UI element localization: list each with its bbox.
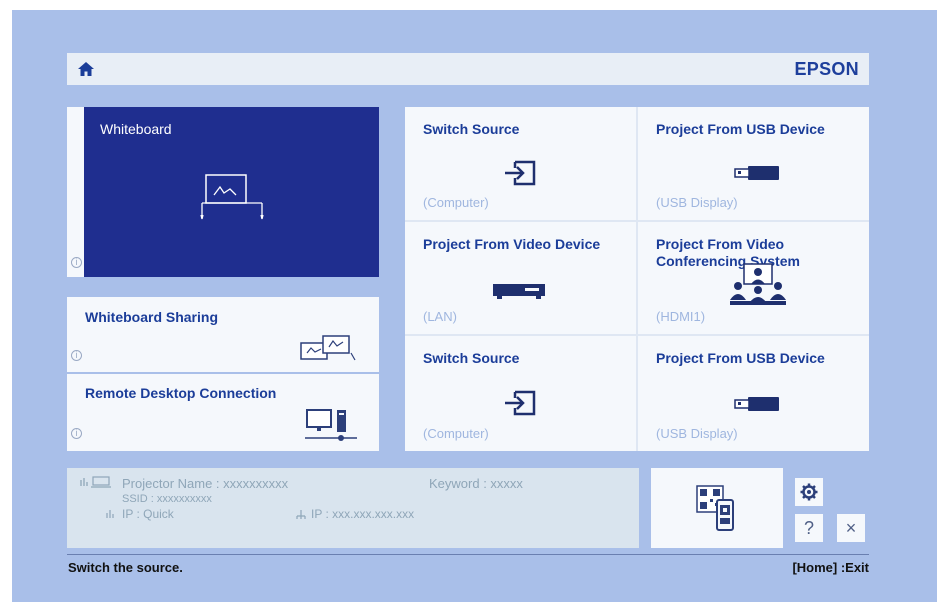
- header-bar: EPSON: [67, 53, 869, 85]
- keyword: Keyword : xxxxx: [429, 476, 523, 491]
- usb-device-icon: [734, 166, 779, 180]
- usb-device-tile[interactable]: Project From USB Device (USB Display): [638, 336, 869, 451]
- info-icon: i: [71, 257, 82, 268]
- tile-title: Project From USB Device: [656, 350, 825, 366]
- switch-source-tile[interactable]: Switch Source (Computer): [405, 336, 636, 451]
- tile-subtitle: (USB Display): [656, 426, 738, 441]
- usb-device-tile[interactable]: Project From USB Device (USB Display): [638, 107, 869, 220]
- projector-info-panel: Projector Name : xxxxxxxxxx Keyword : xx…: [67, 468, 639, 548]
- info-icon: i: [71, 350, 82, 361]
- home-icon[interactable]: [77, 61, 95, 77]
- switch-source-tile[interactable]: Switch Source (Computer): [405, 107, 636, 220]
- wired-ip: IP : xxx.xxx.xxx.xxx: [311, 507, 415, 521]
- video-device-icon: [493, 284, 545, 299]
- qr-code-tile[interactable]: [651, 468, 783, 548]
- projector-name: Projector Name : xxxxxxxxxx: [122, 476, 289, 491]
- wireless-ip: IP : Quick: [122, 507, 174, 521]
- tile-subtitle: (Computer): [423, 195, 489, 210]
- remote-desktop-icon: [305, 409, 357, 441]
- video-conference-icon: [730, 263, 786, 305]
- remote-desktop-title: Remote Desktop Connection: [85, 385, 277, 401]
- qr-code-icon: [696, 485, 734, 531]
- whiteboard-title: Whiteboard: [100, 121, 172, 137]
- whiteboard-tile[interactable]: Whiteboard: [84, 107, 379, 277]
- tile-subtitle: (Computer): [423, 426, 489, 441]
- ssid: SSID : xxxxxxxxxx: [122, 493, 212, 505]
- exit-hint: [Home] :Exit: [792, 560, 869, 575]
- input-source-icon: [505, 390, 536, 416]
- whiteboard-sharing-icon: [300, 335, 356, 361]
- status-message: Switch the source.: [68, 560, 183, 575]
- tile-title: Project From Video Device: [423, 236, 601, 252]
- whiteboard-sharing-tile[interactable]: Whiteboard Sharing i: [67, 297, 379, 372]
- remote-desktop-tile[interactable]: Remote Desktop Connection i: [67, 374, 379, 451]
- gear-icon: [800, 483, 818, 501]
- tile-title: Project From USB Device: [656, 121, 825, 137]
- tile-subtitle: (HDMI1): [656, 309, 706, 324]
- network-status-icon: [80, 476, 111, 488]
- info-icon: i: [71, 428, 82, 439]
- help-button[interactable]: ?: [795, 514, 823, 542]
- video-device-tile[interactable]: Project From Video Device (LAN): [405, 222, 636, 334]
- wireless-icon: [106, 510, 114, 518]
- whiteboard-info-strip: i: [67, 107, 84, 277]
- brand-logo: EPSON: [794, 59, 859, 79]
- tile-subtitle: (USB Display): [656, 195, 738, 210]
- usb-device-icon: [734, 397, 779, 411]
- status-divider: [67, 554, 869, 555]
- video-conference-tile[interactable]: Project From Video Conferencing System (…: [638, 222, 869, 334]
- tile-title: Switch Source: [423, 121, 520, 137]
- help-icon: ?: [803, 517, 814, 538]
- close-button[interactable]: ×: [837, 514, 865, 542]
- close-icon: ×: [845, 517, 857, 538]
- tile-title: Switch Source: [423, 350, 520, 366]
- input-source-icon: [505, 160, 536, 186]
- tile-subtitle: (LAN): [423, 309, 457, 324]
- settings-button[interactable]: [795, 478, 823, 506]
- whiteboard-icon: [200, 174, 264, 220]
- whiteboard-sharing-title: Whiteboard Sharing: [85, 309, 218, 325]
- wired-lan-icon: [296, 510, 306, 519]
